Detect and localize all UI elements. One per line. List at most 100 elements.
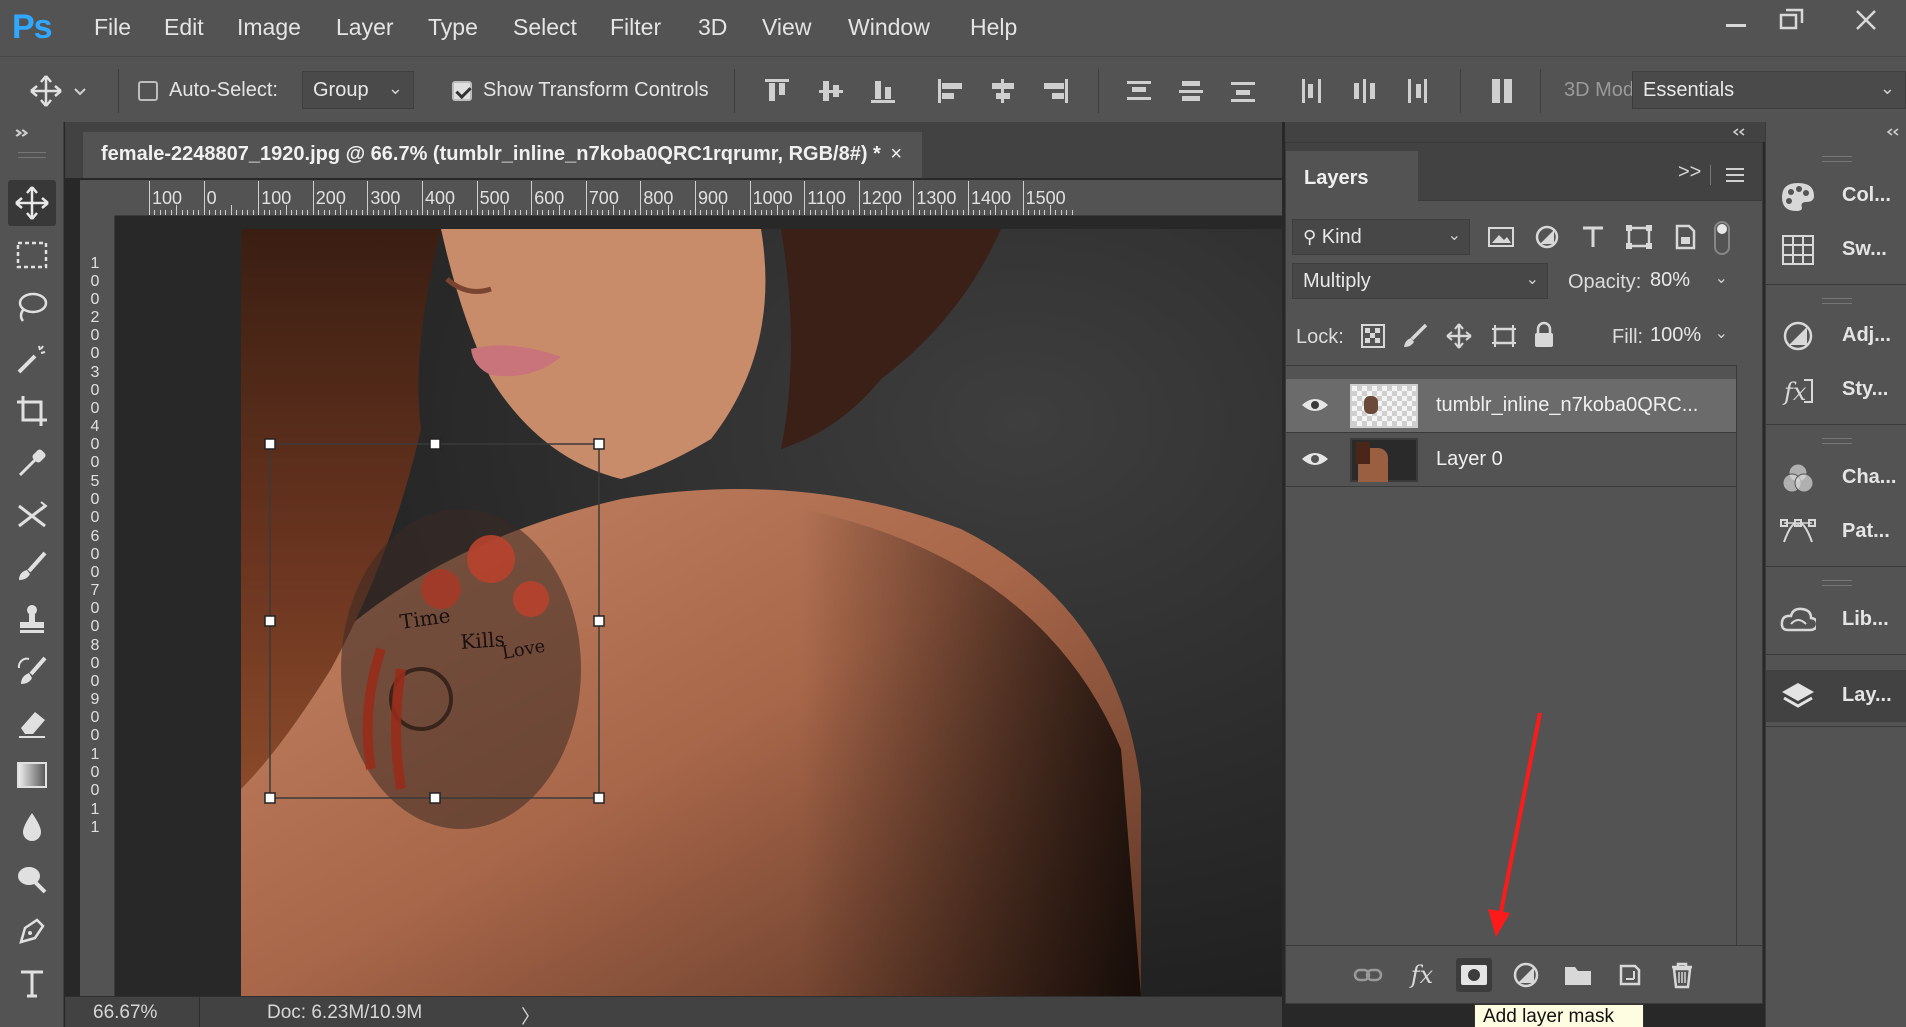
auto-select-target-dropdown[interactable]: Group ⌄	[302, 71, 414, 109]
move-tool-icon[interactable]	[8, 180, 56, 226]
align-vcenter-icon[interactable]	[816, 77, 846, 105]
expand-arrows-icon[interactable]	[15, 128, 45, 138]
align-bottom-icon[interactable]	[868, 77, 898, 105]
menu-edit[interactable]: Edit	[164, 14, 204, 41]
distribute-vcenter-icon[interactable]	[1176, 77, 1206, 105]
new-layer-icon[interactable]	[1612, 958, 1648, 992]
zoom-level[interactable]: 66.67%	[93, 1002, 157, 1024]
menu-view[interactable]: View	[762, 14, 811, 41]
status-menu-icon[interactable]: 〉	[521, 1002, 540, 1027]
layer-name[interactable]: Layer 0	[1436, 448, 1503, 471]
restore-icon[interactable]	[1768, 4, 1816, 38]
dock-styles-button[interactable]: fx Sty...	[1766, 364, 1906, 416]
menu-select[interactable]: Select	[513, 14, 577, 41]
menu-type[interactable]: Type	[428, 14, 478, 41]
layer-style-fx-icon[interactable]: fx	[1404, 958, 1440, 992]
distribute-hcenter-icon[interactable]	[1350, 77, 1380, 105]
dock-color-button[interactable]: Col...	[1766, 170, 1906, 222]
filter-type-icon[interactable]	[1578, 223, 1608, 253]
magic-wand-tool-icon[interactable]	[8, 336, 56, 382]
dock-paths-button[interactable]: Pat...	[1766, 506, 1906, 558]
history-brush-tool-icon[interactable]	[8, 648, 56, 694]
eye-icon[interactable]	[1300, 393, 1330, 417]
eraser-tool-icon[interactable]	[8, 700, 56, 746]
horizontal-ruler[interactable]: 100 0 100 200 300 400 500 600 700 800 900 1000 1100 1…	[115, 180, 1282, 216]
gradient-tool-icon[interactable]	[8, 752, 56, 798]
filter-smart-object-icon[interactable]	[1670, 223, 1700, 253]
dodge-tool-icon[interactable]	[8, 856, 56, 902]
lock-all-icon[interactable]	[1532, 321, 1556, 349]
dock-layers-button[interactable]: Lay...	[1766, 670, 1906, 722]
brush-tool-icon[interactable]	[8, 544, 56, 590]
layer-row-tattoo[interactable]: tumblr_inline_n7koba0QRC...	[1286, 379, 1736, 433]
blur-tool-icon[interactable]	[8, 804, 56, 850]
lock-image-pixels-icon[interactable]	[1402, 323, 1428, 349]
menu-3d[interactable]: 3D	[698, 14, 727, 41]
fill-field[interactable]: 100% ⌄	[1640, 318, 1736, 354]
workspace-dropdown[interactable]: Essentials ⌄	[1632, 71, 1906, 109]
auto-align-icon[interactable]	[1488, 77, 1518, 105]
eye-icon[interactable]	[1300, 447, 1330, 471]
dock-libraries-button[interactable]: Lib...	[1766, 594, 1906, 646]
align-left-icon[interactable]	[936, 77, 966, 105]
menu-window[interactable]: Window	[848, 14, 930, 41]
blend-mode-dropdown[interactable]: Multiply ⌄	[1292, 263, 1548, 299]
dock-adjustments-button[interactable]: Adj...	[1766, 310, 1906, 362]
healing-brush-tool-icon[interactable]	[8, 492, 56, 538]
dock-swatches-button[interactable]: Sw...	[1766, 224, 1906, 276]
panel-expand-icon[interactable]: >>	[1678, 161, 1701, 184]
link-layers-icon[interactable]	[1350, 958, 1386, 992]
ruler-origin[interactable]	[80, 180, 115, 216]
filter-shape-icon[interactable]	[1624, 223, 1654, 253]
new-group-folder-icon[interactable]	[1560, 958, 1596, 992]
layers-scrollbar[interactable]	[1736, 365, 1762, 945]
auto-select-checkbox[interactable]	[138, 81, 158, 101]
align-right-icon[interactable]	[1040, 77, 1070, 105]
layer-row-layer-0[interactable]: Layer 0	[1286, 433, 1736, 487]
canvas-area[interactable]: Time Kills Love	[116, 217, 1282, 996]
align-top-icon[interactable]	[762, 77, 792, 105]
eyedropper-tool-icon[interactable]	[8, 440, 56, 486]
layer-filter-kind-dropdown[interactable]: ⚲ Kind ⌄	[1292, 219, 1470, 255]
menu-filter[interactable]: Filter	[610, 14, 661, 41]
delete-layer-trash-icon[interactable]	[1664, 958, 1700, 992]
document-tab[interactable]: female-2248807_1920.jpg @ 66.7% (tumblr_…	[83, 132, 923, 178]
distribute-right-icon[interactable]	[1402, 77, 1432, 105]
document-canvas-image[interactable]: Time Kills Love	[241, 229, 1282, 996]
lock-transparent-pixels-icon[interactable]	[1360, 323, 1386, 349]
new-adjustment-layer-icon[interactable]	[1508, 958, 1544, 992]
lock-artboard-icon[interactable]	[1490, 323, 1518, 349]
panel-menu-icon[interactable]	[1724, 167, 1746, 183]
collapse-dock-icon[interactable]	[1884, 127, 1904, 137]
clone-stamp-tool-icon[interactable]	[8, 596, 56, 642]
collapse-panel-icon[interactable]	[1730, 127, 1750, 137]
minimize-icon[interactable]	[1712, 4, 1760, 38]
type-tool-icon[interactable]	[8, 960, 56, 1006]
layers-tab[interactable]: Layers	[1286, 151, 1418, 201]
distribute-left-icon[interactable]	[1298, 77, 1328, 105]
lasso-tool-icon[interactable]	[8, 284, 56, 330]
add-layer-mask-icon[interactable]	[1456, 958, 1492, 992]
menu-file[interactable]: File	[94, 14, 131, 41]
marquee-tool-icon[interactable]	[8, 232, 56, 278]
move-tool-preset-icon[interactable]	[28, 75, 88, 107]
dock-channels-button[interactable]: Cha...	[1766, 452, 1906, 504]
menu-layer[interactable]: Layer	[336, 14, 394, 41]
filter-pixel-icon[interactable]	[1486, 223, 1516, 253]
pen-tool-icon[interactable]	[8, 908, 56, 954]
distribute-top-icon[interactable]	[1124, 77, 1154, 105]
opacity-field[interactable]: 80% ⌄	[1640, 263, 1736, 299]
layer-name[interactable]: tumblr_inline_n7koba0QRC...	[1436, 394, 1698, 417]
distribute-bottom-icon[interactable]	[1228, 77, 1258, 105]
menu-image[interactable]: Image	[237, 14, 301, 41]
vertical-ruler[interactable]: 01 0 02 0 03 0 04 0 05 0 06 0 07 0 08 0 …	[80, 216, 115, 996]
menu-help[interactable]: Help	[970, 14, 1017, 41]
crop-tool-icon[interactable]	[8, 388, 56, 434]
filter-toggle-switch[interactable]	[1714, 221, 1730, 255]
close-tab-icon[interactable]: ×	[890, 143, 902, 165]
filter-adjustment-icon[interactable]	[1532, 223, 1562, 253]
close-icon[interactable]	[1842, 4, 1890, 38]
show-transform-checkbox[interactable]	[452, 81, 472, 101]
lock-position-icon[interactable]	[1446, 323, 1472, 349]
align-hcenter-icon[interactable]	[988, 77, 1018, 105]
